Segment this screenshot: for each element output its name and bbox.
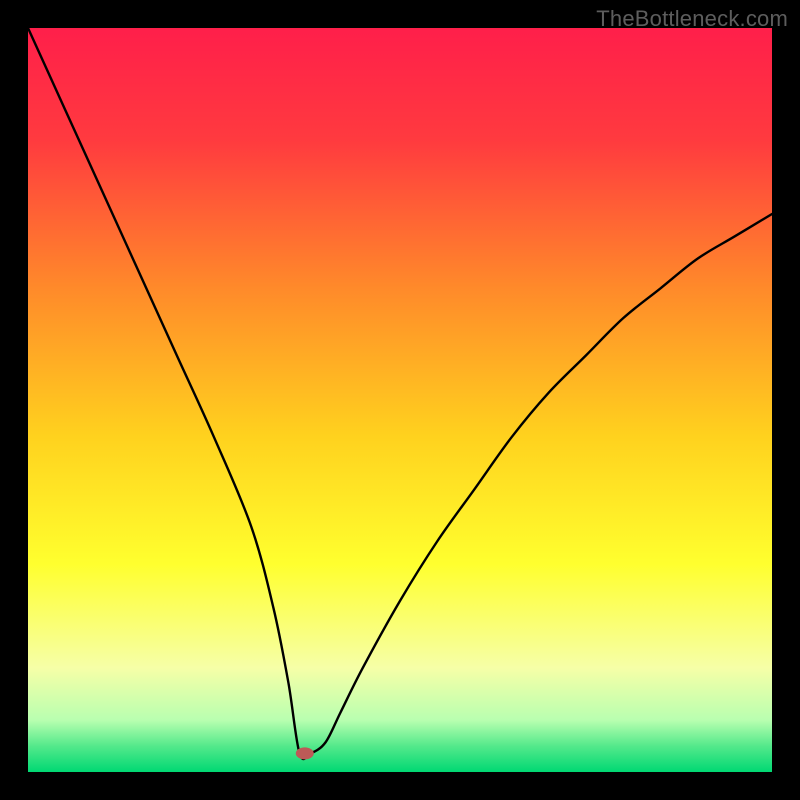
watermark-text: TheBottleneck.com: [596, 6, 788, 32]
gradient-background: [28, 28, 772, 772]
optimum-marker: [296, 747, 314, 759]
plot-area: [28, 28, 772, 772]
chart-frame: TheBottleneck.com: [0, 0, 800, 800]
bottleneck-chart: [28, 28, 772, 772]
